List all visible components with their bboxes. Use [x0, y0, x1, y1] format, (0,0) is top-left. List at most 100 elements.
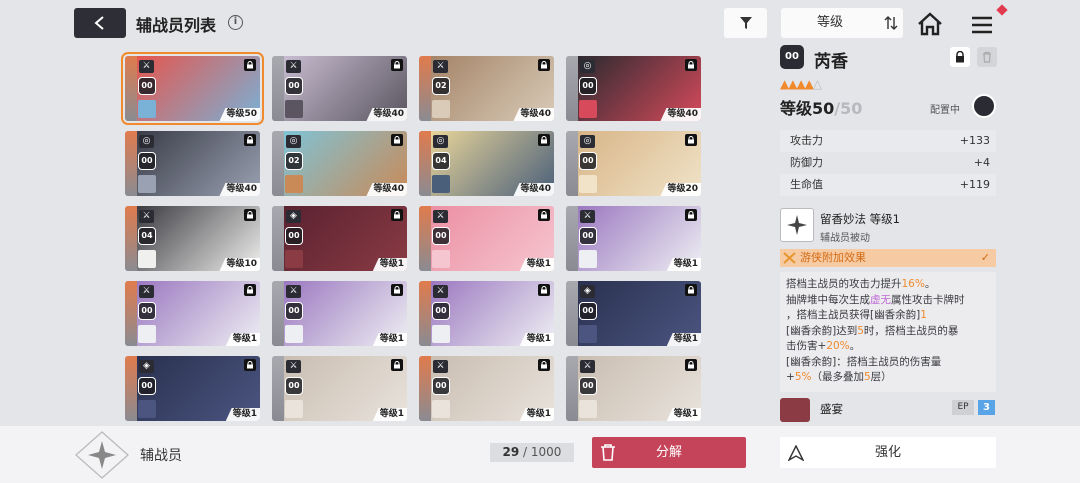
desc-text: （最多叠加 — [811, 371, 864, 383]
support-card[interactable]: ⚔ 00 等级40 — [272, 56, 407, 121]
support-card[interactable]: ◈ 00 等级1 — [125, 356, 260, 421]
lock-icon[interactable] — [391, 359, 403, 371]
card-rank-badge: 00 — [285, 302, 303, 320]
dismantle-label: 分解 — [655, 445, 682, 460]
support-card[interactable]: ⚔ 00 等级1 — [419, 356, 554, 421]
level-max: /50 — [834, 99, 863, 118]
level-current: 等级50 — [780, 99, 835, 118]
desc-text: 抽牌堆中每次生成 — [786, 293, 870, 306]
support-card[interactable]: ◎ 00 等级20 — [566, 131, 701, 196]
back-button[interactable] — [74, 8, 126, 38]
lock-icon[interactable] — [391, 284, 403, 296]
sort-label: 等级 — [816, 15, 843, 30]
home-icon[interactable] — [914, 8, 946, 40]
desc-highlight: 20% — [826, 340, 850, 352]
card-side-strip — [272, 356, 284, 421]
card-rank-badge: 00 — [579, 377, 597, 395]
card-level: 等级1 — [519, 333, 554, 346]
card-side-strip — [419, 281, 431, 346]
lock-icon[interactable] — [685, 59, 697, 71]
lock-icon[interactable] — [950, 47, 970, 67]
card-level: 等级40 — [366, 183, 407, 196]
support-card[interactable]: ◈ 00 等级1 — [272, 206, 407, 271]
lock-icon[interactable] — [244, 209, 256, 221]
support-card[interactable]: ◎ 02 等级40 — [272, 131, 407, 196]
support-card[interactable]: ◈ 00 等级1 — [566, 281, 701, 346]
support-card[interactable]: ⚔ 00 等级1 — [272, 356, 407, 421]
support-card[interactable]: ⚔ 00 等级1 — [419, 281, 554, 346]
desc-highlight: 5 — [863, 371, 871, 383]
desc-text: 击伤害+ — [786, 340, 827, 352]
support-card[interactable]: ⚔ 00 等级1 — [272, 281, 407, 346]
card-mini-avatar — [432, 400, 450, 418]
skill-icon[interactable] — [780, 208, 814, 242]
bottom-title: 辅战员 — [140, 448, 182, 464]
desc-highlight: 1 — [920, 309, 927, 321]
support-card[interactable]: ⚔ 00 等级1 — [419, 206, 554, 271]
card-class-icon: ◎ — [286, 135, 301, 148]
support-card[interactable]: ⚔ 04 等级10 — [125, 206, 260, 271]
enhance-button[interactable]: 强化 — [780, 437, 996, 468]
enhance-label: 强化 — [874, 445, 901, 460]
lock-icon[interactable] — [685, 209, 697, 221]
lock-icon[interactable] — [538, 134, 550, 146]
card-side-strip — [566, 356, 578, 421]
card-class-icon: ⚔ — [580, 360, 595, 373]
trash-icon — [601, 444, 615, 461]
support-card[interactable]: ⚔ 02 等级40 — [419, 56, 554, 121]
support-card[interactable]: ◎ 00 等级40 — [566, 56, 701, 121]
card-rank-badge: 00 — [138, 152, 156, 170]
rank-badge: 00 — [780, 45, 804, 69]
desc-highlight: 5% — [794, 371, 812, 383]
lock-icon[interactable] — [538, 284, 550, 296]
card-class-icon: ⚔ — [139, 210, 154, 223]
star-filled: ▲▲▲▲ — [780, 77, 814, 91]
card-level: 等级1 — [225, 333, 260, 346]
lock-icon[interactable] — [244, 359, 256, 371]
bonus-effect-bar[interactable]: 游侠附加效果 ✓ — [780, 249, 996, 267]
support-card[interactable]: ◎ 04 等级40 — [419, 131, 554, 196]
support-card[interactable]: ⚔ 00 等级1 — [125, 281, 260, 346]
sort-direction-icon[interactable] — [879, 8, 903, 38]
lock-icon[interactable] — [538, 59, 550, 71]
card-side-strip — [419, 356, 431, 421]
lock-icon[interactable] — [391, 209, 403, 221]
card-level: 等级1 — [372, 408, 407, 421]
skill-name: 留香妙法 等级1 — [820, 212, 900, 226]
info-icon[interactable]: i — [228, 15, 243, 30]
lock-icon[interactable] — [538, 359, 550, 371]
card-rank-badge: 04 — [432, 152, 450, 170]
card-mini-avatar — [432, 325, 450, 343]
support-card[interactable]: ⚔ 00 等级1 — [566, 206, 701, 271]
lock-icon[interactable] — [685, 359, 697, 371]
count-current: 29 — [502, 445, 520, 459]
card-level: 等级40 — [219, 183, 260, 196]
trash-icon[interactable] — [977, 47, 997, 67]
lock-icon[interactable] — [538, 209, 550, 221]
sort-dropdown[interactable]: 等级 — [781, 8, 903, 38]
lock-icon[interactable] — [391, 59, 403, 71]
equipped-avatar[interactable] — [972, 94, 996, 118]
support-card[interactable]: ⚔ 00 等级1 — [566, 356, 701, 421]
skill-description: 搭档主战员的攻击力提升16%。 抽牌堆中每次生成虚无属性攻击卡牌时 ，搭档主战员… — [780, 272, 996, 392]
lock-icon[interactable] — [244, 134, 256, 146]
card-rank-badge: 00 — [138, 302, 156, 320]
lock-icon[interactable] — [685, 134, 697, 146]
filter-button[interactable] — [724, 8, 767, 38]
support-card[interactable]: ◎ 00 等级40 — [125, 131, 260, 196]
card-rank-badge: 00 — [285, 227, 303, 245]
dismantle-button[interactable]: 分解 — [592, 437, 746, 468]
lock-icon[interactable] — [391, 134, 403, 146]
card-level: 等级1 — [519, 258, 554, 271]
card-mini-avatar — [285, 100, 303, 118]
lock-icon[interactable] — [685, 284, 697, 296]
card-mini-avatar — [579, 250, 597, 268]
feast-skill-row[interactable]: 盛宴 EP 3 — [780, 398, 996, 422]
card-class-icon: ⚔ — [433, 285, 448, 298]
lock-icon[interactable] — [244, 284, 256, 296]
card-level: 等级40 — [513, 108, 554, 121]
lock-icon[interactable] — [244, 59, 256, 71]
menu-icon[interactable] — [966, 10, 998, 40]
card-class-icon: ⚔ — [433, 60, 448, 73]
support-card[interactable]: ⚔ 00 等级50 — [121, 52, 264, 125]
